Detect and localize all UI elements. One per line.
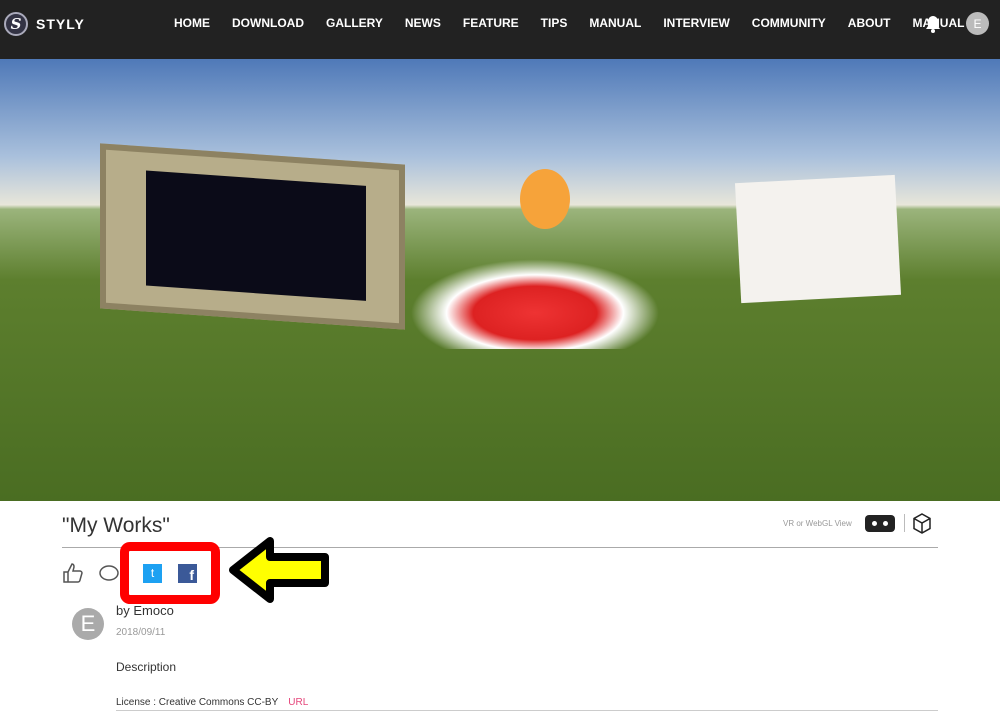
picture-frame — [100, 143, 405, 330]
arrow-left-icon — [229, 537, 329, 603]
nav-home[interactable]: HOME — [174, 16, 210, 30]
description: Description — [116, 660, 177, 674]
easel-canvas — [734, 174, 902, 304]
bell-icon[interactable] — [923, 14, 943, 34]
divider — [904, 514, 905, 532]
character-head — [520, 169, 570, 229]
nav-community[interactable]: COMMUNITY — [752, 16, 826, 30]
license: License : Creative Commons CC-BY URL — [116, 697, 308, 708]
publish-date: 2018/09/11 — [116, 627, 166, 638]
author-avatar[interactable]: E — [72, 608, 104, 640]
license-url-link[interactable]: URL — [288, 697, 308, 708]
styly-logo[interactable]: S STYLY — [4, 12, 85, 36]
comment-icon[interactable] — [98, 564, 120, 584]
scene-preview-image[interactable] — [0, 59, 1000, 501]
nav-news[interactable]: NEWS — [405, 16, 441, 30]
nav-gallery[interactable]: GALLERY — [326, 16, 383, 30]
author-name[interactable]: by Emoco — [116, 603, 174, 618]
main-menu: HOME DOWNLOAD GALLERY NEWS FEATURE TIPS … — [174, 16, 986, 30]
character-model — [410, 259, 660, 349]
vr-headset-icon[interactable] — [865, 515, 895, 532]
top-nav: S STYLY HOME DOWNLOAD GALLERY NEWS FEATU… — [0, 0, 1000, 59]
cube-icon[interactable] — [912, 513, 932, 535]
like-icon[interactable] — [62, 562, 84, 584]
nav-download[interactable]: DOWNLOAD — [232, 16, 304, 30]
logo-icon: S — [4, 12, 28, 36]
user-avatar[interactable]: E — [966, 12, 989, 35]
license-text: License : Creative Commons CC-BY — [116, 697, 279, 708]
highlight-box — [120, 542, 220, 604]
view-label: VR or WebGL View — [783, 519, 852, 528]
page-title: "My Works" — [62, 514, 170, 537]
nav-interview[interactable]: INTERVIEW — [663, 16, 729, 30]
nav-manual[interactable]: MANUAL — [589, 16, 641, 30]
nav-feature[interactable]: FEATURE — [463, 16, 519, 30]
logo-text: STYLY — [36, 16, 85, 32]
nav-tips[interactable]: TIPS — [541, 16, 568, 30]
nav-about[interactable]: ABOUT — [848, 16, 891, 30]
